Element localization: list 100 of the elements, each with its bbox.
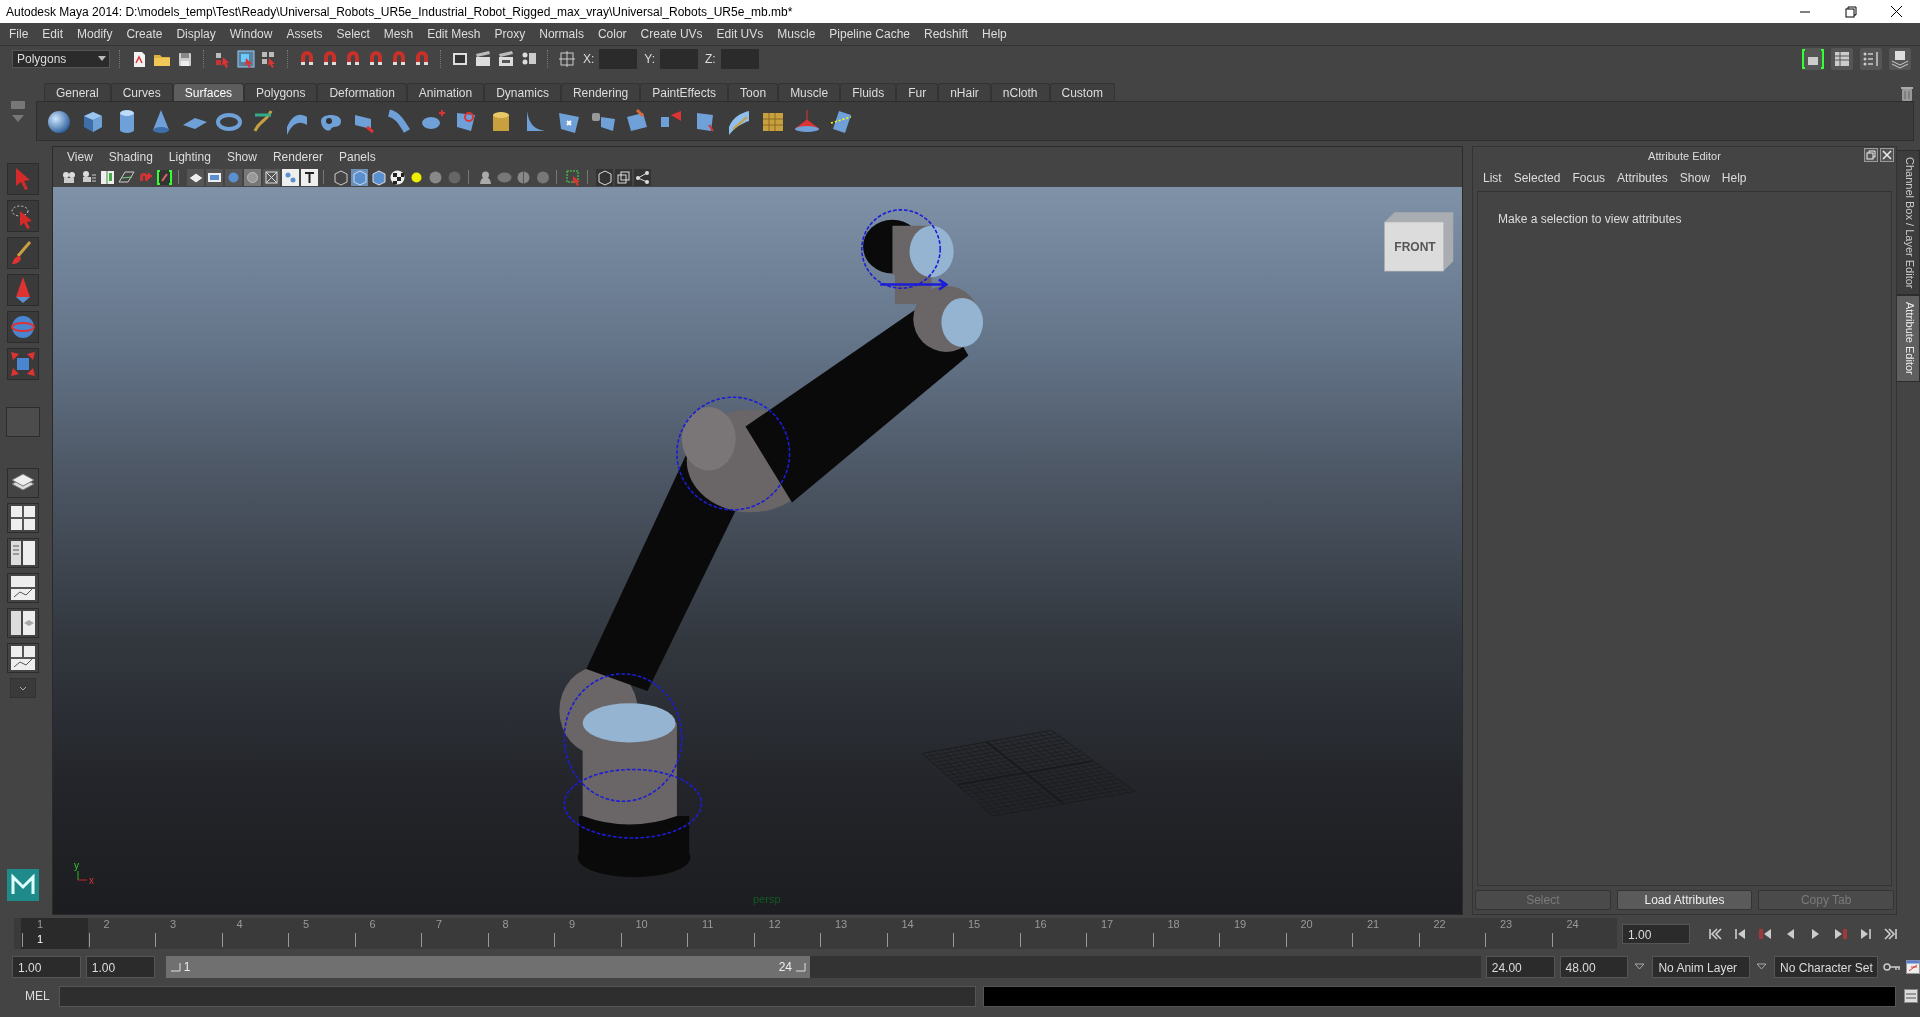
shelf-tab[interactable]: nCloth bbox=[990, 83, 1050, 101]
object-select-icon[interactable] bbox=[237, 49, 255, 68]
playback-start-field[interactable]: 1.00 bbox=[85, 956, 155, 978]
shaded-cube-icon[interactable] bbox=[370, 168, 387, 186]
wireframe-cube-icon[interactable] bbox=[596, 168, 613, 186]
side-tab[interactable]: Attribute Editor bbox=[1897, 295, 1920, 383]
anim-layer-field[interactable]: No Anim Layer bbox=[1652, 956, 1751, 978]
menu-item[interactable]: Shading bbox=[100, 150, 161, 164]
dropdown-arrow-icon[interactable] bbox=[1757, 963, 1768, 971]
book-icon[interactable] bbox=[99, 168, 116, 186]
current-time-field[interactable]: 1.00 bbox=[1622, 923, 1690, 944]
circle-icon[interactable] bbox=[244, 168, 261, 186]
text-icon[interactable] bbox=[301, 168, 318, 186]
mode-dropdown[interactable]: Polygons bbox=[12, 49, 110, 68]
menu-item[interactable]: Color bbox=[590, 27, 634, 41]
command-language-label[interactable]: MEL bbox=[14, 989, 59, 1003]
layout-icon[interactable] bbox=[8, 643, 38, 673]
wire-cross-icon[interactable] bbox=[263, 168, 280, 186]
magnet-icon[interactable] bbox=[390, 49, 408, 68]
shelf-tab[interactable]: Curves bbox=[110, 83, 173, 101]
menu-item[interactable]: Lighting bbox=[160, 150, 219, 164]
range-slider-bar[interactable]: 1 24 bbox=[165, 956, 811, 978]
playback-end-field[interactable]: 24.00 bbox=[1485, 956, 1555, 978]
float-icon[interactable] bbox=[1864, 148, 1878, 162]
time-slider[interactable]: 1 1 2 3 4 5 6 7 8 9 10 11 12 13 14 15 16 17 18 19 20 21 22 23 24 bbox=[14, 918, 1617, 949]
shelf-tab[interactable]: Toon bbox=[728, 83, 779, 101]
menu-item[interactable]: Edit bbox=[35, 27, 71, 41]
layout-icon[interactable] bbox=[8, 538, 38, 568]
menu-item[interactable]: Redshift bbox=[917, 27, 976, 41]
layout-icon[interactable] bbox=[8, 573, 38, 603]
menu-item[interactable]: Show bbox=[218, 150, 265, 164]
clapperboard-icon[interactable] bbox=[474, 49, 492, 68]
menu-item[interactable]: Create bbox=[119, 27, 170, 41]
shelf-tab[interactable]: Deformation bbox=[317, 83, 407, 101]
panel-button[interactable]: Load Attributes bbox=[1616, 890, 1753, 910]
clapperboard-icon[interactable] bbox=[497, 49, 515, 68]
menu-item[interactable]: Show bbox=[1673, 171, 1716, 185]
coordinate-field[interactable] bbox=[660, 48, 699, 69]
menu-item[interactable]: Pipeline Cache bbox=[822, 27, 918, 41]
menu-item[interactable]: Display bbox=[169, 27, 223, 41]
dropdown-arrow-icon[interactable] bbox=[1635, 963, 1646, 971]
script-editor-icon[interactable] bbox=[1904, 989, 1918, 1003]
layout-toggle-icon[interactable] bbox=[1801, 46, 1825, 71]
share-icon[interactable] bbox=[634, 168, 651, 186]
menu-item[interactable]: Normals bbox=[532, 27, 591, 41]
scale-tool-icon[interactable] bbox=[8, 349, 38, 379]
magnet-icon[interactable] bbox=[413, 49, 431, 68]
view-cube[interactable] bbox=[1384, 212, 1454, 272]
shelf-tab[interactable]: nHair bbox=[938, 83, 991, 101]
menu-item[interactable]: Window bbox=[222, 27, 280, 41]
shelf-tab[interactable]: Polygons bbox=[244, 83, 318, 101]
start-time-field[interactable]: 1.00 bbox=[12, 956, 81, 978]
coordinate-field[interactable] bbox=[720, 48, 759, 69]
coordinate-field[interactable] bbox=[599, 48, 638, 69]
film-gate-icon[interactable] bbox=[206, 168, 223, 186]
wireframe-cube-icon[interactable] bbox=[332, 168, 349, 186]
menu-item[interactable]: Focus bbox=[1566, 171, 1612, 185]
maya-logo-icon[interactable] bbox=[7, 869, 39, 901]
surface-tool-icon[interactable] bbox=[793, 107, 822, 135]
shelf-tab[interactable]: Surfaces bbox=[172, 83, 245, 101]
menu-item[interactable]: Proxy bbox=[487, 27, 533, 41]
component-select-icon[interactable] bbox=[260, 49, 278, 68]
go-to-end-icon[interactable] bbox=[1882, 925, 1899, 942]
checker-icon[interactable] bbox=[389, 168, 406, 186]
channel-box-icon[interactable] bbox=[1830, 46, 1854, 71]
menu-item[interactable]: Selected bbox=[1507, 171, 1567, 185]
bracket-icon[interactable] bbox=[156, 168, 173, 186]
menu-item[interactable]: File bbox=[2, 27, 36, 41]
grid-plane-icon[interactable] bbox=[118, 168, 135, 186]
magnet-icon[interactable] bbox=[298, 49, 316, 68]
tool-settings-icon[interactable] bbox=[1859, 46, 1883, 71]
shelf-tab[interactable]: PaintEffects bbox=[640, 83, 729, 101]
menu-item[interactable]: Create UVs bbox=[633, 27, 710, 41]
menu-item[interactable]: Modify bbox=[70, 27, 120, 41]
menu-item[interactable]: Renderer bbox=[264, 150, 331, 164]
shelf-tab[interactable]: Rendering bbox=[560, 83, 641, 101]
close-icon[interactable] bbox=[1880, 148, 1894, 162]
go-to-start-icon[interactable] bbox=[1707, 925, 1724, 942]
shaded-cube-icon[interactable] bbox=[351, 168, 368, 186]
end-time-field[interactable]: 48.00 bbox=[1559, 956, 1629, 978]
side-tab[interactable]: Channel Box / Layer Editor bbox=[1897, 150, 1920, 296]
range-handle-icon[interactable] bbox=[169, 961, 181, 973]
shelf-tab[interactable]: Dynamics bbox=[484, 83, 561, 101]
shelf-tab[interactable]: Custom bbox=[1049, 83, 1115, 101]
menu-item[interactable]: Assets bbox=[279, 27, 330, 41]
shelf-tab[interactable]: Fur bbox=[896, 83, 939, 101]
menu-item[interactable]: Panels bbox=[330, 150, 384, 164]
layout-icon[interactable] bbox=[8, 608, 38, 638]
overlap-squares-icon[interactable] bbox=[615, 168, 632, 186]
menu-item[interactable]: Edit UVs bbox=[709, 27, 771, 41]
menu-item[interactable]: View bbox=[59, 150, 101, 164]
trash-icon[interactable] bbox=[1900, 85, 1914, 101]
menu-item[interactable]: Select bbox=[329, 27, 377, 41]
range-handle-icon[interactable] bbox=[795, 961, 807, 973]
key-icon[interactable] bbox=[1883, 962, 1902, 972]
command-input-field[interactable] bbox=[59, 985, 976, 1007]
menu-item[interactable]: List bbox=[1477, 171, 1508, 185]
menu-item[interactable]: Help bbox=[1715, 171, 1753, 185]
menu-item[interactable]: Attributes bbox=[1611, 171, 1674, 185]
region-select-icon[interactable] bbox=[565, 168, 582, 186]
